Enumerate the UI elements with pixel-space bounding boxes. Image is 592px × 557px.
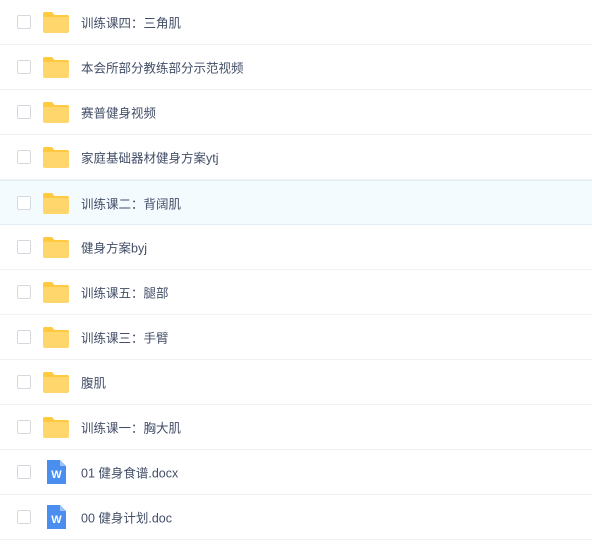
folder-icon (42, 10, 70, 34)
file-list: 训练课四：三角肌本会所部分教练部分示范视频 赛普健身视频家庭基础器材健身方案ytj… (0, 0, 592, 540)
svg-text:W: W (51, 514, 62, 526)
file-name[interactable]: 00 健身计划.doc (81, 508, 172, 527)
row-checkbox[interactable] (17, 330, 31, 344)
file-row[interactable]: 训练课一：胸大肌 (0, 405, 592, 450)
file-name[interactable]: 家庭基础器材健身方案ytj (81, 148, 219, 167)
file-name[interactable]: 训练课二：背阔肌 (81, 193, 181, 212)
file-row[interactable]: 健身方案byj (0, 225, 592, 270)
folder-icon (42, 325, 70, 349)
file-row[interactable]: 腹肌 (0, 360, 592, 405)
word-document-icon: W (42, 505, 70, 529)
row-checkbox[interactable] (17, 465, 31, 479)
row-checkbox[interactable] (17, 195, 31, 210)
file-row[interactable]: 训练课五：腿部 (0, 270, 592, 315)
file-name[interactable]: 01 健身食谱.docx (81, 463, 178, 482)
file-name[interactable]: 健身方案byj (81, 238, 147, 257)
file-row[interactable]: 训练课三：手臂 (0, 315, 592, 360)
folder-icon (42, 370, 70, 394)
file-row[interactable]: W 01 健身食谱.docx (0, 450, 592, 495)
folder-icon (42, 55, 70, 79)
row-checkbox[interactable] (17, 15, 31, 29)
folder-icon (42, 100, 70, 124)
file-name[interactable]: 赛普健身视频 (81, 103, 156, 122)
row-checkbox[interactable] (17, 240, 31, 254)
folder-icon (42, 235, 70, 259)
row-checkbox[interactable] (17, 105, 31, 119)
file-name[interactable]: 本会所部分教练部分示范视频 (81, 58, 244, 77)
row-checkbox[interactable] (17, 285, 31, 299)
word-document-icon: W (42, 460, 70, 484)
file-row[interactable]: 家庭基础器材健身方案ytj (0, 135, 592, 180)
row-checkbox[interactable] (17, 420, 31, 434)
file-name[interactable]: 腹肌 (81, 373, 106, 392)
svg-text:W: W (51, 469, 62, 481)
folder-icon (42, 415, 70, 439)
row-checkbox[interactable] (17, 510, 31, 524)
file-row[interactable]: W 00 健身计划.doc (0, 495, 592, 540)
file-name[interactable]: 训练课一：胸大肌 (81, 418, 181, 437)
file-row[interactable]: 本会所部分教练部分示范视频 (0, 45, 592, 90)
file-row[interactable]: 训练课四：三角肌 (0, 0, 592, 45)
row-checkbox[interactable] (17, 375, 31, 389)
row-checkbox[interactable] (17, 150, 31, 164)
folder-icon (42, 280, 70, 304)
file-name[interactable]: 训练课四：三角肌 (81, 13, 181, 32)
folder-icon (42, 191, 70, 215)
file-name[interactable]: 训练课五：腿部 (81, 283, 169, 302)
file-name[interactable]: 训练课三：手臂 (81, 328, 169, 347)
folder-icon (42, 145, 70, 169)
row-checkbox[interactable] (17, 60, 31, 74)
file-row[interactable]: 训练课二：背阔肌 (0, 180, 592, 225)
file-row[interactable]: 赛普健身视频 (0, 90, 592, 135)
